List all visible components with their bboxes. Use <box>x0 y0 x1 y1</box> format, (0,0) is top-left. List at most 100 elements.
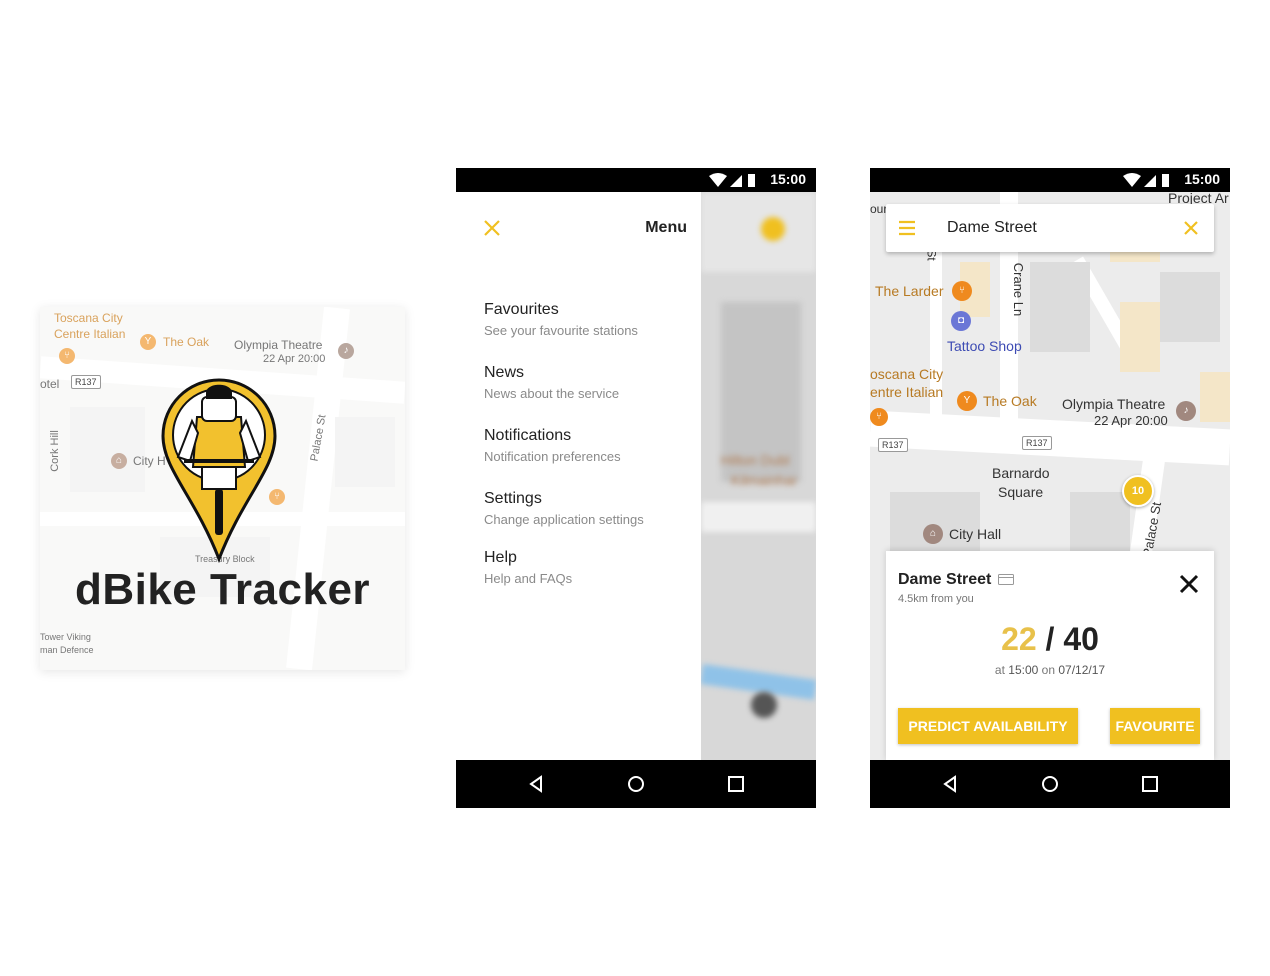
menu-item-subtitle: Help and FAQs <box>484 571 573 586</box>
station-screen: Project Ar our St The Larder ⑂ ◘ Tattoo … <box>870 168 1230 808</box>
recents-icon[interactable] <box>724 772 748 796</box>
map-label: Centre Italian <box>54 327 126 341</box>
credit-card-icon <box>998 574 1014 585</box>
map-label: man Defence <box>40 645 94 655</box>
menu-item-favourites[interactable]: Favourites See your favourite stations <box>484 301 638 338</box>
map-label: Cork Hill <box>48 430 61 472</box>
search-bar[interactable]: Dame Street <box>886 204 1214 252</box>
menu-item-help[interactable]: Help Help and FAQs <box>484 549 572 586</box>
map-label: 22 Apr 20:00 <box>263 353 326 365</box>
back-icon[interactable] <box>938 772 962 796</box>
map-label: 22 Apr 20:00 <box>1094 413 1168 428</box>
map-label: The Oak <box>983 393 1037 409</box>
status-bar: 15:00 <box>870 168 1230 192</box>
menu-item-subtitle: See your favourite stations <box>484 323 638 338</box>
theatre-icon[interactable]: ♪ <box>1176 401 1196 421</box>
recents-icon[interactable] <box>1138 772 1162 796</box>
menu-item-settings[interactable]: Settings Change application settings <box>484 490 644 527</box>
date-value: 07/12/17 <box>1058 663 1106 677</box>
date-prefix: on <box>1041 663 1056 677</box>
station-name: Dame Street <box>898 571 992 588</box>
map-label: Olympia Theatre <box>1062 396 1166 412</box>
map-building <box>1030 262 1090 352</box>
restaurant-icon: ⑂ <box>59 348 75 364</box>
predict-availability-button[interactable]: PREDICT AVAILABILITY <box>898 708 1078 744</box>
time-prefix: at <box>994 663 1005 677</box>
map-road <box>930 252 942 432</box>
map-label: otel <box>40 377 60 391</box>
map-building <box>1070 492 1130 552</box>
nav-bar <box>456 760 816 808</box>
station-marker[interactable]: 10 <box>1122 475 1154 507</box>
map-label: City Hall <box>949 526 1002 542</box>
signal-icon <box>1144 175 1156 187</box>
map-label: our <box>870 202 888 216</box>
route-shield: R137 <box>878 438 908 452</box>
search-input[interactable]: Dame Street <box>947 219 1037 237</box>
nav-bar <box>870 760 1230 808</box>
close-icon[interactable] <box>482 218 502 238</box>
update-time: at 15:00 on 07/12/17 <box>886 663 1214 677</box>
map-label: Toscana City <box>54 311 123 325</box>
wifi-icon <box>709 173 727 187</box>
home-icon[interactable] <box>1038 772 1062 796</box>
route-shield: R137 <box>71 375 101 389</box>
count-separator: / <box>1045 621 1055 657</box>
bar-icon: Y <box>140 334 156 350</box>
bike-pin-logo <box>161 378 277 563</box>
map-label: oscana City <box>870 366 944 382</box>
menu-item-news[interactable]: News News about the service <box>484 364 619 401</box>
map-label: The Larder <box>875 283 944 299</box>
restaurant-icon[interactable]: ⑂ <box>952 281 972 301</box>
menu-item-notifications[interactable]: Notifications Notification preferences <box>484 427 621 464</box>
menu-icon[interactable] <box>898 219 916 237</box>
close-icon[interactable] <box>1178 573 1200 595</box>
favourite-button[interactable]: FAVOURITE <box>1110 708 1200 744</box>
map-label: entre Italian <box>870 384 944 400</box>
weather-icon <box>751 692 777 718</box>
station-card: Dame Street 4.5km from you 22 / 40 at 15… <box>886 551 1214 761</box>
theatre-icon: ♪ <box>338 343 354 359</box>
status-bar: 15:00 <box>456 168 816 192</box>
map-label: Crane Ln <box>1011 262 1027 317</box>
menu-item-label: Notifications <box>484 427 572 444</box>
time-value: 15:00 <box>1008 663 1039 677</box>
bar-icon[interactable]: Y <box>957 391 977 411</box>
menu-item-subtitle: News about the service <box>484 386 620 401</box>
map-label: Hilton Dubl <box>721 452 790 468</box>
menu-item-label: Settings <box>484 490 542 507</box>
map-label: Olympia Theatre <box>234 338 323 352</box>
route-shield: R137 <box>1022 436 1052 450</box>
city-hall-icon[interactable]: ⌂ <box>923 524 943 544</box>
navigation-drawer: Menu Favourites See your favourite stati… <box>456 192 701 760</box>
map-label: Kilmainhar <box>731 472 798 488</box>
bike-count: 22 / 40 <box>886 621 1214 658</box>
total-stands: 40 <box>1063 621 1099 657</box>
wifi-icon <box>1123 173 1141 187</box>
restaurant-icon[interactable]: ⑂ <box>870 408 888 426</box>
search-icon <box>761 217 785 241</box>
menu-item-subtitle: Notification preferences <box>484 449 621 464</box>
menu-screen: Hilton Dubl Kilmainhar 15:00 Menu Favour… <box>456 168 816 808</box>
map-label: Square <box>998 484 1044 500</box>
app-title: dBike Tracker <box>74 565 371 614</box>
blurred-map-background: Hilton Dubl Kilmainhar <box>701 192 816 760</box>
battery-icon <box>1162 174 1169 187</box>
status-icons <box>1123 173 1169 187</box>
map-building <box>1160 272 1220 342</box>
menu-item-label: News <box>484 364 525 381</box>
home-icon[interactable] <box>624 772 648 796</box>
menu-item-subtitle: Change application settings <box>484 512 644 527</box>
drawer-title: Menu <box>645 219 687 236</box>
map-label: Barnardo <box>992 465 1050 481</box>
map-label: Tattoo Shop <box>947 338 1022 354</box>
shop-icon[interactable]: ◘ <box>951 311 971 331</box>
menu-item-label: Favourites <box>484 301 559 318</box>
station-distance: 4.5km from you <box>898 593 974 605</box>
available-bikes: 22 <box>1001 621 1037 657</box>
close-icon[interactable] <box>1182 219 1200 237</box>
signal-icon <box>730 175 742 187</box>
back-icon[interactable] <box>524 772 548 796</box>
battery-icon <box>748 174 755 187</box>
status-time: 15:00 <box>1184 171 1220 187</box>
